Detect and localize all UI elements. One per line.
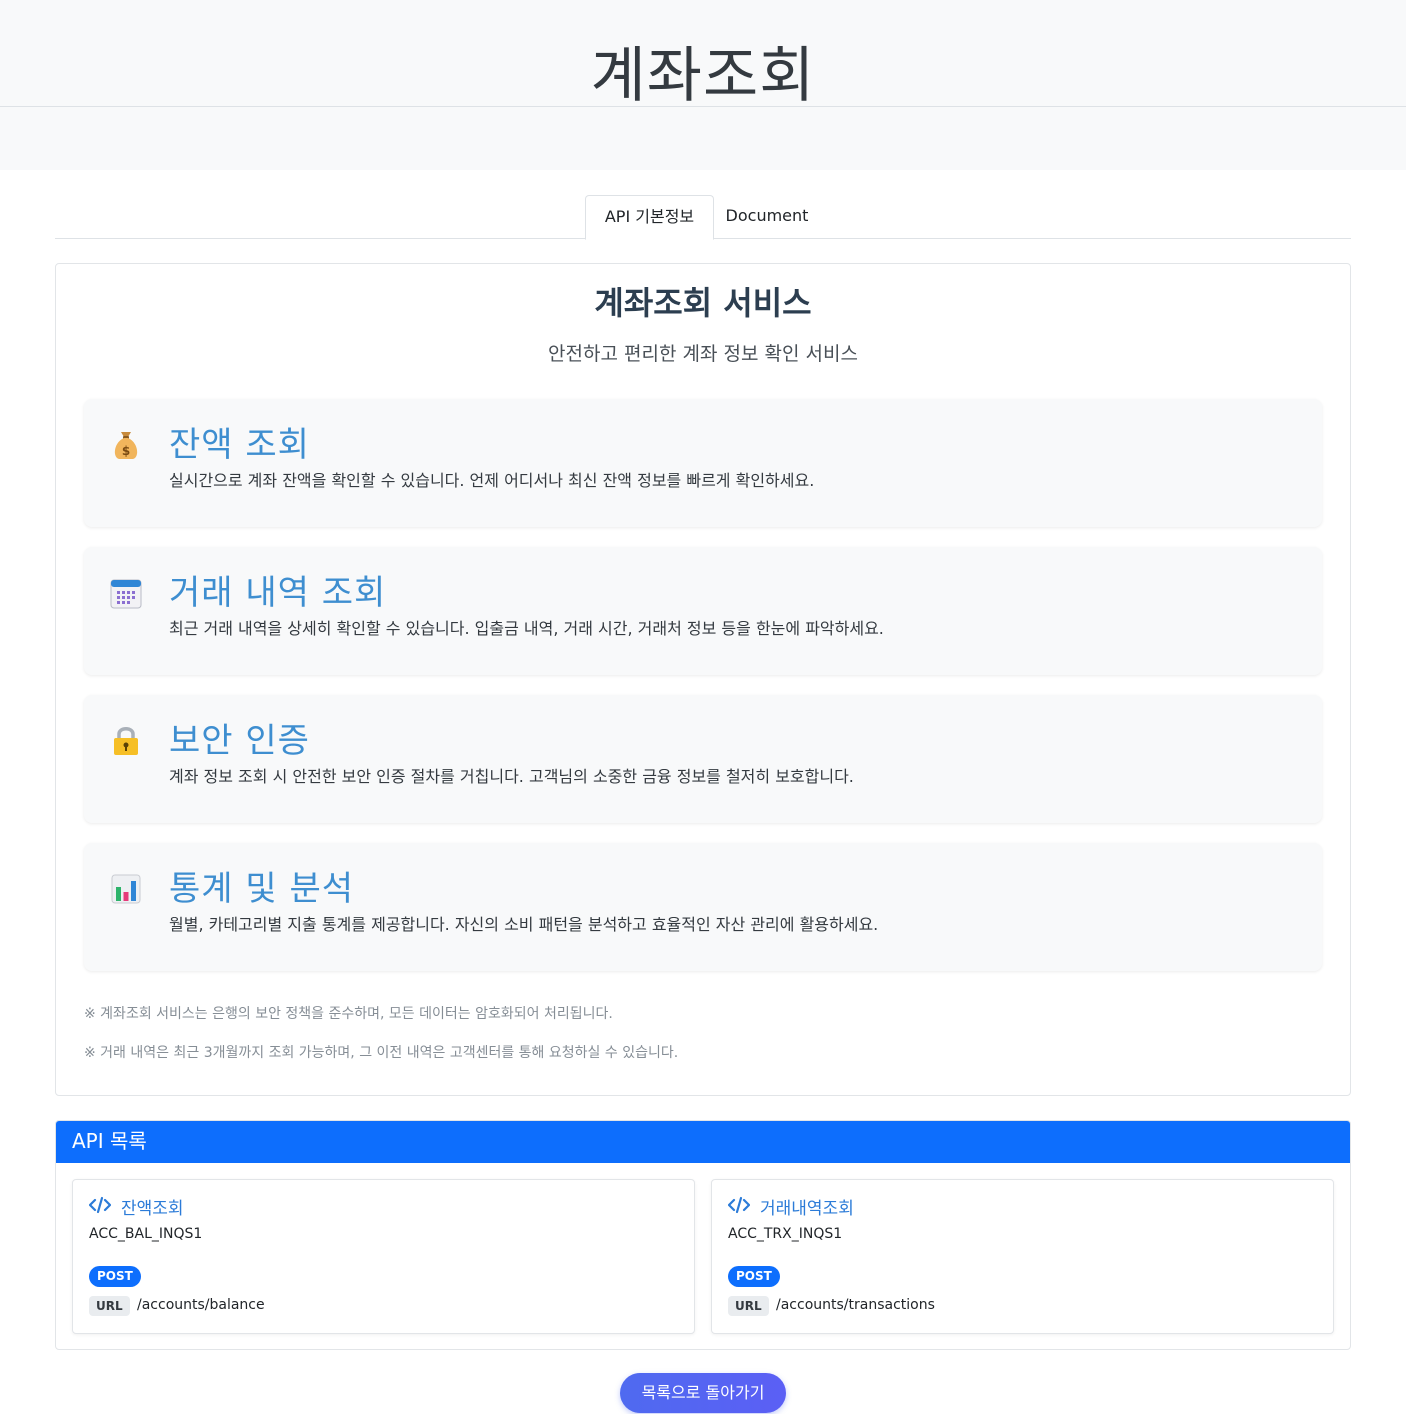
code-icon	[89, 1196, 111, 1214]
back-to-list-button[interactable]: 목록으로 돌아가기	[620, 1373, 786, 1413]
feature-description: 계좌 정보 조회 시 안전한 보안 인증 절차를 거칩니다. 고객님의 소중한 …	[169, 767, 854, 786]
note-history-limit: ※ 거래 내역은 최근 3개월까지 조회 가능하며, 그 이전 내역은 고객센터…	[84, 1045, 679, 1061]
feature-title: 거래 내역 조회	[169, 573, 387, 613]
feature-description: 실시간으로 계좌 잔액을 확인할 수 있습니다. 언제 어디서나 최신 잔액 정…	[169, 471, 815, 490]
money-bag-icon: $	[114, 432, 138, 459]
feature-description: 월별, 카테고리별 지출 통계를 제공합니다. 자신의 소비 패턴을 분석하고 …	[169, 915, 879, 934]
api-list-header: API 목록	[56, 1121, 1350, 1163]
feature-title: 보안 인증	[169, 721, 310, 761]
feature-title: 통계 및 분석	[169, 869, 355, 909]
feature-title: 잔액 조회	[169, 425, 310, 465]
service-info-card: 계좌조회 서비스 안전하고 편리한 계좌 정보 확인 서비스 $ 잔액 조회 실…	[55, 263, 1351, 1096]
header-divider	[0, 106, 1406, 107]
method-badge: POST	[89, 1266, 141, 1287]
bar-chart-icon	[111, 874, 141, 904]
api-list-card: API 목록 잔액조회 ACC_BAL_INQS1 POST URL /acco…	[55, 1120, 1351, 1350]
api-item-transactions[interactable]: 거래내역조회 ACC_TRX_INQS1 POST URL /accounts/…	[711, 1179, 1334, 1334]
tab-api-basic-info[interactable]: API 기본정보	[585, 195, 714, 240]
url-badge: URL	[89, 1296, 130, 1316]
api-url-path: /accounts/balance	[137, 1297, 265, 1313]
feature-balance: $ 잔액 조회 실시간으로 계좌 잔액을 확인할 수 있습니다. 언제 어디서나…	[84, 399, 1322, 527]
api-id: ACC_BAL_INQS1	[89, 1226, 203, 1242]
method-badge: POST	[728, 1266, 780, 1287]
lock-icon	[114, 727, 138, 755]
url-badge: URL	[728, 1296, 769, 1316]
feature-statistics: 통계 및 분석 월별, 카테고리별 지출 통계를 제공합니다. 자신의 소비 패…	[84, 843, 1322, 971]
tab-bar: API 기본정보 Document	[55, 195, 1351, 240]
api-item-balance[interactable]: 잔액조회 ACC_BAL_INQS1 POST URL /accounts/ba…	[72, 1179, 695, 1334]
api-url-path: /accounts/transactions	[776, 1297, 935, 1313]
feature-description: 최근 거래 내역을 상세히 확인할 수 있습니다. 입출금 내역, 거래 시간,…	[169, 619, 884, 638]
tab-document[interactable]: Document	[714, 195, 820, 239]
feature-transactions: 거래 내역 조회 최근 거래 내역을 상세히 확인할 수 있습니다. 입출금 내…	[84, 547, 1322, 675]
service-subtitle: 안전하고 편리한 계좌 정보 확인 서비스	[548, 343, 858, 365]
svg-text:$: $	[122, 444, 130, 458]
service-title: 계좌조회 서비스	[594, 284, 812, 322]
note-security-policy: ※ 계좌조회 서비스는 은행의 보안 정책을 준수하며, 모든 데이터는 암호화…	[84, 1006, 613, 1022]
feature-security: 보안 인증 계좌 정보 조회 시 안전한 보안 인증 절차를 거칩니다. 고객님…	[84, 695, 1322, 823]
calendar-icon	[110, 579, 142, 609]
api-name[interactable]: 거래내역조회	[760, 1194, 854, 1219]
page-title: 계좌조회	[590, 41, 816, 111]
api-id: ACC_TRX_INQS1	[728, 1226, 843, 1242]
code-icon	[728, 1196, 750, 1214]
api-name[interactable]: 잔액조회	[121, 1194, 184, 1219]
page-header: 계좌조회	[0, 0, 1406, 170]
